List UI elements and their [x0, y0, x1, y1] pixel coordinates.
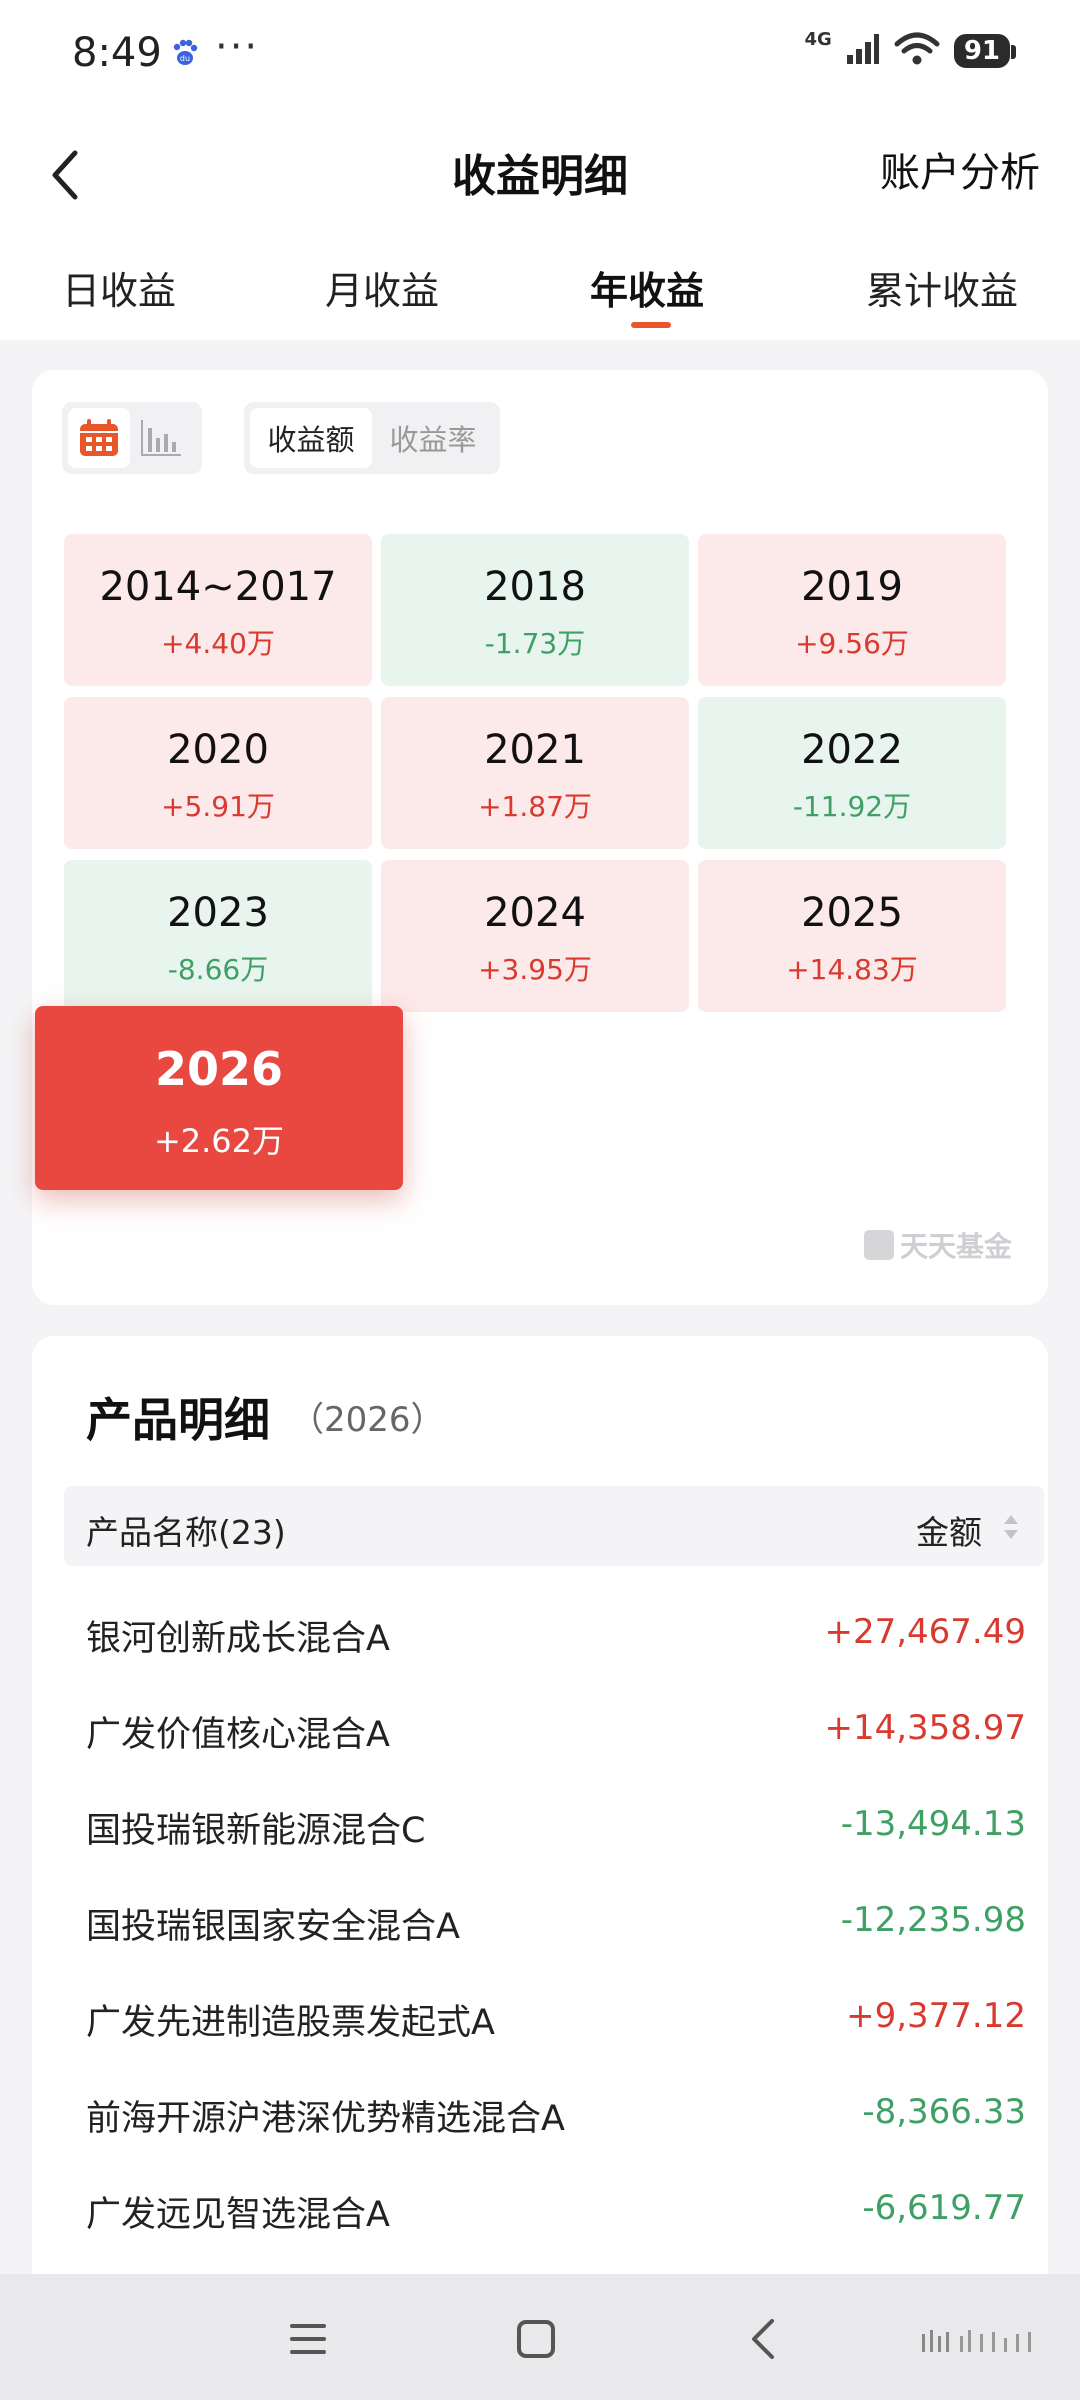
product-amount: -12,235.98 [840, 1900, 1026, 1940]
network-type: 4G [804, 28, 832, 50]
year-label: 2018 [484, 564, 586, 610]
table-row[interactable]: 国投瑞银国家安全混合A -12,235.98 [86, 1872, 1026, 1968]
product-name: 国投瑞银新能源混合C [86, 1811, 426, 1851]
year-value: -1.73万 [484, 627, 586, 660]
year-cell-2020[interactable]: 2020 +5.91万 [64, 697, 372, 849]
year-cell-2026-selected[interactable]: 2026 +2.62万 [35, 1006, 403, 1190]
product-amount: +27,467.49 [824, 1612, 1026, 1652]
metric-toggle: 收益额 收益率 [244, 402, 500, 474]
back-arrow-icon [752, 2319, 774, 2359]
tiantian-fund-watermark: 天天基金 [863, 1225, 1012, 1265]
wifi-icon [894, 32, 940, 70]
product-name: 前海开源沪港深优势精选混合A [86, 2099, 565, 2139]
back-nav-button[interactable] [728, 2304, 798, 2374]
column-header-amount[interactable]: 金额 [916, 1506, 982, 1554]
calendar-icon [80, 419, 118, 456]
column-header-name: 产品名称(23) [86, 1513, 286, 1552]
status-icons: 4G 91 [804, 28, 1017, 70]
year-cell-2021[interactable]: 2021 +1.87万 [381, 697, 689, 849]
year-label: 2014~2017 [99, 564, 337, 610]
year-cell-2019[interactable]: 2019 +9.56万 [698, 534, 1006, 686]
tab-monthly[interactable]: 月收益 [325, 260, 439, 315]
tiantian-logo-icon [863, 1230, 894, 1260]
product-name: 广发价值核心混合A [86, 1715, 390, 1755]
year-value: +4.40万 [161, 627, 275, 660]
active-tab-indicator [631, 322, 671, 328]
year-label: 2024 [484, 890, 586, 936]
products-title: 产品明细 [86, 1393, 270, 1447]
account-analysis-link[interactable]: 账户分析 [880, 140, 1040, 198]
product-name: 广发先进制造股票发起式A [86, 2003, 495, 2043]
system-navigation-bar [0, 2274, 1080, 2400]
more-dots: ··· [215, 24, 260, 70]
calendar-view-button[interactable] [68, 408, 130, 468]
status-bar: 8:49 du ··· 4G 91 [0, 0, 1080, 110]
year-label: 2025 [801, 890, 903, 936]
year-label: 2023 [167, 890, 269, 936]
signal-icon [846, 33, 880, 69]
year-label: 2021 [484, 727, 586, 773]
year-label: 2019 [801, 564, 903, 610]
year-cell-2018[interactable]: 2018 -1.73万 [381, 534, 689, 686]
battery-indicator: 91 [953, 34, 1017, 68]
baidu-paw-icon: du [170, 38, 200, 68]
year-cell-2024[interactable]: 2024 +3.95万 [381, 860, 689, 1012]
watermark-signature-icon [920, 2326, 1040, 2356]
products-year: （2026） [290, 1400, 445, 1440]
year-cell-2022[interactable]: 2022 -11.92万 [698, 697, 1006, 849]
bar-chart-view-button[interactable] [130, 408, 192, 468]
table-header: 产品名称(23) 金额 [64, 1486, 1044, 1566]
year-value: +14.83万 [786, 953, 918, 986]
year-cell-2014-2017[interactable]: 2014~2017 +4.40万 [64, 534, 372, 686]
svg-text:du: du [180, 54, 190, 63]
product-amount: -8,366.33 [862, 2092, 1026, 2132]
table-row[interactable]: 国投瑞银新能源混合C -13,494.13 [86, 1776, 1026, 1872]
year-value: +1.87万 [478, 790, 592, 823]
year-value: +5.91万 [161, 790, 275, 823]
sort-icon[interactable] [1000, 1512, 1022, 1542]
tab-daily[interactable]: 日收益 [62, 260, 176, 315]
home-nav-button[interactable] [501, 2304, 571, 2374]
view-toggle [62, 402, 202, 474]
year-label: 2026 [154, 1042, 284, 1096]
year-value: +9.56万 [795, 627, 909, 660]
product-amount: -6,619.77 [862, 2188, 1026, 2228]
menu-icon [290, 2324, 326, 2354]
metric-rate-button[interactable]: 收益率 [372, 408, 494, 468]
year-value: +3.95万 [478, 953, 592, 986]
tab-bar: 日收益 月收益 年收益 累计收益 [0, 240, 1080, 340]
product-name: 国投瑞银国家安全混合A [86, 1907, 460, 1947]
table-row[interactable]: 银河创新成长混合A +27,467.49 [86, 1584, 1026, 1680]
table-row[interactable]: 广发价值核心混合A +14,358.97 [86, 1680, 1026, 1776]
table-row[interactable]: 广发先进制造股票发起式A +9,377.12 [86, 1968, 1026, 2064]
year-cell-2023[interactable]: 2023 -8.66万 [64, 860, 372, 1012]
watermark-text: 天天基金 [899, 1230, 1012, 1263]
table-row[interactable]: 广发远见智选混合A -6,619.77 [86, 2160, 1026, 2256]
tab-cumulative[interactable]: 累计收益 [866, 260, 1018, 315]
product-name: 广发远见智选混合A [86, 2195, 390, 2235]
header: 收益明细 账户分析 日收益 月收益 年收益 累计收益 [0, 110, 1080, 340]
yearly-returns-card: 收益额 收益率 2014~2017 +4.40万 2018 -1.73万 201… [32, 370, 1048, 1305]
home-square-icon [517, 2320, 555, 2358]
year-value: -11.92万 [792, 790, 912, 823]
status-time: 8:49 [72, 30, 162, 76]
product-details-card: 产品明细 （2026） 产品名称(23) 金额 银河创新成长混合A +27,46… [32, 1336, 1048, 2400]
bar-chart-icon [141, 420, 181, 456]
year-value: +2.62万 [153, 1122, 285, 1160]
year-cell-2025[interactable]: 2025 +14.83万 [698, 860, 1006, 1012]
year-label: 2020 [167, 727, 269, 773]
year-value: -8.66万 [167, 953, 269, 986]
chevron-left-icon [52, 150, 78, 200]
year-label: 2022 [801, 727, 903, 773]
table-row[interactable]: 前海开源沪港深优势精选混合A -8,366.33 [86, 2064, 1026, 2160]
product-amount: +14,358.97 [824, 1708, 1026, 1748]
product-amount: -13,494.13 [840, 1804, 1026, 1844]
product-name: 银河创新成长混合A [86, 1619, 390, 1659]
metric-amount-button[interactable]: 收益额 [250, 408, 372, 468]
tab-yearly[interactable]: 年收益 [590, 260, 704, 315]
menu-nav-button[interactable] [273, 2304, 343, 2374]
back-button[interactable] [30, 130, 100, 220]
product-amount: +9,377.12 [846, 1996, 1026, 2036]
